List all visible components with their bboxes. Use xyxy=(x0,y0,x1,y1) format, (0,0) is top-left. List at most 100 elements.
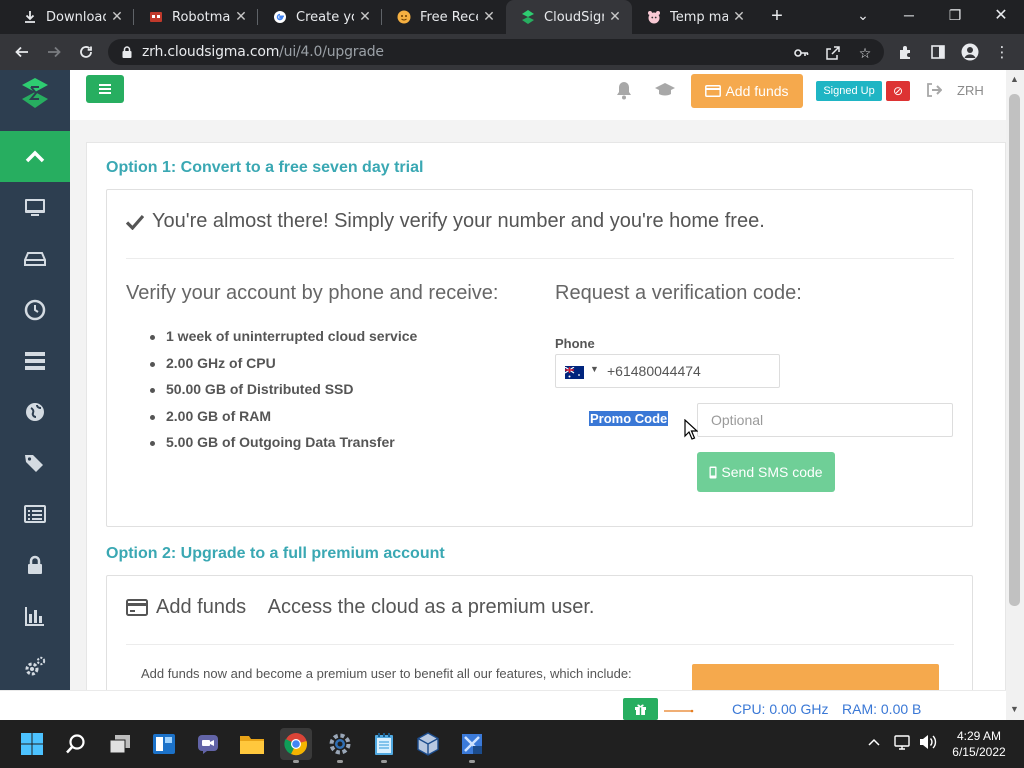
settings-gear-icon[interactable] xyxy=(324,728,356,763)
region-label[interactable]: ZRH xyxy=(957,83,984,98)
tab-downloads[interactable]: Downloads ✕ xyxy=(8,0,134,34)
upgrade-panel: Option 1: Convert to a free seven day tr… xyxy=(86,142,1006,720)
australia-flag-icon[interactable] xyxy=(564,366,584,379)
country-dropdown-icon[interactable]: ▼ xyxy=(590,364,599,374)
monitor-icon xyxy=(25,198,45,216)
tab-temp-mail[interactable]: Temp mail ✕ xyxy=(632,0,756,34)
sidebar-item-history[interactable] xyxy=(0,284,70,335)
start-menu-icon[interactable] xyxy=(16,728,48,760)
premium-description: Add funds now and become a premium user … xyxy=(141,666,632,681)
sidebar-collapse-chevron-icon[interactable] xyxy=(0,131,70,182)
close-icon[interactable]: ✕ xyxy=(106,9,128,25)
scroll-down-icon[interactable]: ▼ xyxy=(1010,704,1019,714)
list-item: 2.00 GB of RAM xyxy=(147,408,417,435)
server-rack-icon xyxy=(25,351,45,370)
gift-icon[interactable] xyxy=(623,698,658,720)
usage-status-bar: CPU: 0.00 GHz RAM: 0.00 B xyxy=(0,690,1006,720)
taskbar-clock[interactable]: 4:29 AM 6/15/2022 xyxy=(944,728,1014,760)
sidebar-item-statistics[interactable] xyxy=(0,590,70,641)
tab-search-icon[interactable]: ⌄ xyxy=(840,0,886,30)
hamburger-menu-button[interactable] xyxy=(86,75,124,103)
show-hidden-icons-chevron-icon[interactable] xyxy=(868,735,880,750)
tags-icon xyxy=(25,454,43,472)
restore-icon[interactable]: ❐ xyxy=(932,0,978,30)
phone-number-value[interactable]: +61480044474 xyxy=(607,363,701,379)
sidebar-item-tags[interactable] xyxy=(0,437,70,488)
close-icon[interactable]: ✕ xyxy=(478,9,500,25)
ram-usage-text: RAM: 0.00 B xyxy=(842,701,922,717)
notepad-icon[interactable] xyxy=(368,728,400,763)
cloudsigma-logo-icon[interactable] xyxy=(22,78,48,108)
virtualbox-icon[interactable] xyxy=(412,728,444,760)
list-item: 50.00 GB of Distributed SSD xyxy=(147,381,417,408)
close-icon[interactable]: ✕ xyxy=(728,9,750,25)
close-icon[interactable]: ✕ xyxy=(604,9,626,25)
new-tab-button[interactable]: + xyxy=(766,6,788,28)
phone-input[interactable]: ▼ +61480044474 xyxy=(555,354,780,388)
sidebar-item-settings[interactable] xyxy=(0,641,70,692)
close-icon[interactable]: ✕ xyxy=(354,9,376,25)
browser-tab-strip: Downloads ✕ Robotman ✕ Create you ✕ Free… xyxy=(0,0,1024,34)
volume-icon[interactable] xyxy=(919,734,937,753)
task-view-icon[interactable] xyxy=(104,728,136,760)
back-icon[interactable] xyxy=(10,40,34,64)
sidebar-item-ips[interactable] xyxy=(0,386,70,437)
tab-cloudsigma[interactable]: CloudSigm ✕ xyxy=(506,0,632,34)
running-indicator xyxy=(293,760,299,763)
graduation-cap-icon[interactable] xyxy=(654,80,676,100)
phone-label: Phone xyxy=(555,336,595,351)
sidebar-item-servers[interactable] xyxy=(0,182,70,233)
download-icon xyxy=(22,9,38,25)
divider xyxy=(126,258,954,259)
robot-icon xyxy=(148,9,164,25)
ban-icon[interactable]: ⊘ xyxy=(886,81,910,101)
promo-code-input[interactable]: Optional xyxy=(697,403,953,437)
tab-free-receive[interactable]: Free Receiv ✕ xyxy=(382,0,506,34)
running-indicator xyxy=(337,760,343,763)
tab-create-account[interactable]: Create you ✕ xyxy=(258,0,382,34)
browser-menu-icon[interactable]: ⋮ xyxy=(992,42,1012,62)
address-bar[interactable]: zrh.cloudsigma.com/ui/4.0/upgrade ☆ xyxy=(108,39,884,65)
scrollbar-thumb[interactable] xyxy=(1009,94,1020,606)
bell-icon[interactable] xyxy=(614,80,634,100)
page-viewport: Add funds Signed Up ⊘ ZRH Option 1: Conv… xyxy=(0,70,1024,720)
google-icon xyxy=(272,9,288,25)
send-sms-code-button[interactable]: Send SMS code xyxy=(697,452,835,492)
side-panel-icon[interactable] xyxy=(928,42,948,62)
window-close-icon[interactable]: ✕ xyxy=(978,0,1024,30)
extensions-icon[interactable] xyxy=(896,42,916,62)
network-icon[interactable] xyxy=(894,734,912,753)
tab-robotman[interactable]: Robotman ✕ xyxy=(134,0,258,34)
scroll-up-icon[interactable]: ▲ xyxy=(1010,74,1019,84)
sidebar-item-drives[interactable] xyxy=(0,233,70,284)
close-icon[interactable]: ✕ xyxy=(230,9,252,25)
share-icon[interactable] xyxy=(824,44,842,62)
reload-icon[interactable] xyxy=(74,40,98,64)
list-icon xyxy=(24,504,46,523)
page-scrollbar[interactable]: ▲ ▼ xyxy=(1006,70,1024,720)
forward-icon[interactable] xyxy=(42,40,66,64)
file-explorer-icon[interactable] xyxy=(236,728,268,760)
tab-title: Robotman xyxy=(172,9,230,25)
key-icon[interactable] xyxy=(792,44,810,62)
add-funds-button[interactable]: Add funds xyxy=(691,74,803,108)
hamburger-icon xyxy=(99,84,111,94)
minimize-icon[interactable]: ─ xyxy=(886,0,932,30)
sidebar-item-security[interactable] xyxy=(0,539,70,590)
sidebar-item-billing[interactable] xyxy=(0,488,70,539)
request-code-heading: Request a verification code: xyxy=(555,282,802,304)
signed-up-badge[interactable]: Signed Up xyxy=(816,81,882,101)
logout-icon[interactable] xyxy=(926,81,942,99)
widgets-icon[interactable] xyxy=(148,728,180,760)
teams-chat-icon[interactable] xyxy=(192,728,224,760)
profile-avatar-icon[interactable] xyxy=(960,42,980,62)
sidebar-item-networks[interactable] xyxy=(0,335,70,386)
usage-sparkline-icon xyxy=(664,709,694,713)
option1-title: Option 1: Convert to a free seven day tr… xyxy=(106,159,424,176)
bookmark-star-icon[interactable]: ☆ xyxy=(856,44,874,62)
app-topbar: Add funds Signed Up ⊘ ZRH xyxy=(70,70,1006,120)
tempmail-icon xyxy=(646,9,662,25)
taskbar-search-icon[interactable] xyxy=(60,728,92,760)
chrome-taskbar-icon[interactable] xyxy=(280,728,312,763)
vm-xp-icon[interactable] xyxy=(456,728,488,763)
